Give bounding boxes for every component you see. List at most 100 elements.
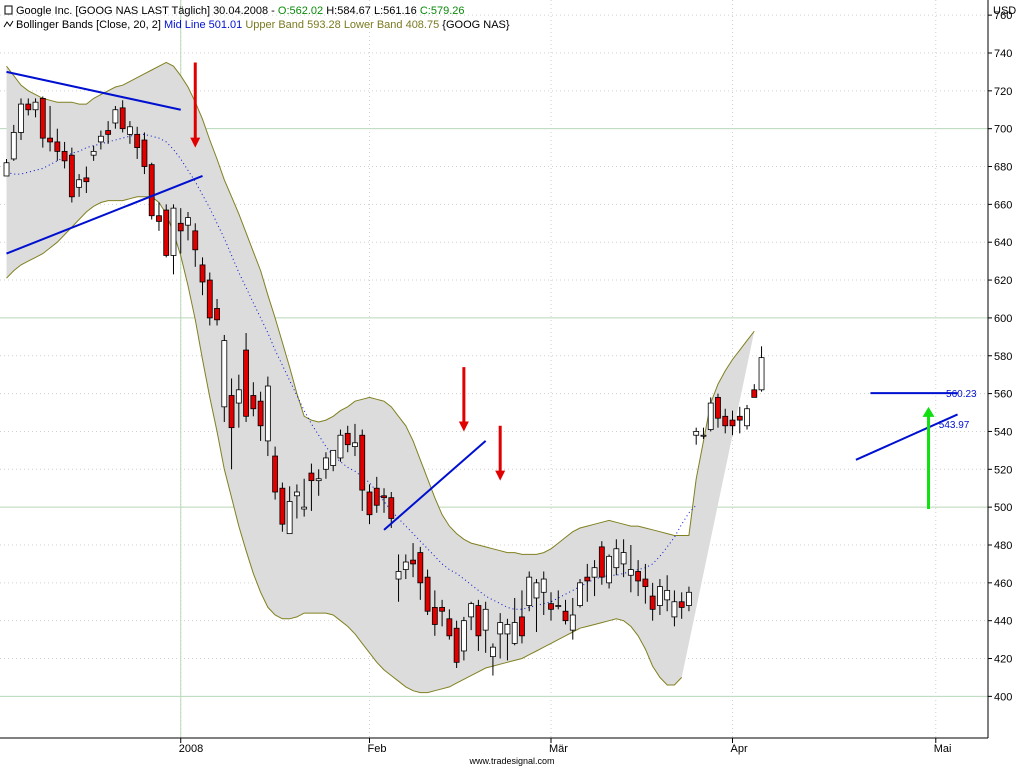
candle-body — [562, 610, 569, 622]
watermark: www.tradesignal.com — [468, 756, 554, 766]
candle-body — [671, 601, 678, 618]
candle-body — [388, 497, 395, 519]
candle-body — [134, 133, 141, 149]
candle-body — [359, 434, 366, 491]
candle-body — [228, 395, 235, 429]
y-tick-label: 680 — [994, 162, 1012, 174]
candle-body — [105, 130, 112, 135]
candle-body — [156, 215, 162, 222]
y-tick-label: 520 — [994, 464, 1012, 476]
indicator-legend: Bollinger Bands [Close, 20, 2] Mid Line … — [16, 19, 510, 31]
candle-body — [97, 135, 104, 143]
candle-body — [555, 605, 562, 607]
candle-body — [148, 164, 155, 217]
candle-body — [293, 491, 300, 497]
candle-body — [482, 608, 489, 631]
y-tick-label: 580 — [994, 351, 1012, 363]
candle-body — [700, 434, 707, 437]
candle-body — [250, 395, 257, 410]
candle-body — [127, 126, 133, 135]
candle-body — [170, 207, 177, 256]
candle-body — [330, 449, 337, 466]
candle-body — [286, 501, 293, 535]
candle-body — [68, 154, 75, 198]
candle-body — [10, 132, 17, 160]
candle-body — [460, 620, 467, 652]
candle-body — [206, 279, 213, 319]
candle-body — [569, 614, 576, 631]
candle-body — [308, 472, 315, 482]
candle-body — [402, 561, 409, 570]
candle-body — [323, 457, 329, 470]
candle-body — [526, 576, 533, 606]
candle-body — [533, 582, 540, 599]
candle-body — [410, 559, 416, 565]
candle-body — [76, 179, 82, 188]
chart-container: 560.23 543.97 400 420 440 460 480 500 520 540 560… — [0, 0, 1024, 768]
candle-body — [264, 385, 271, 442]
y-tick-label: 740 — [994, 48, 1012, 60]
candle-body — [613, 548, 620, 569]
candle-body — [439, 607, 446, 612]
candle-body — [83, 177, 90, 183]
candle-body — [18, 103, 24, 133]
y-tick-label: 400 — [994, 691, 1012, 703]
y-tick-label: 720 — [994, 86, 1012, 98]
x-tick-label: Mai — [934, 743, 952, 755]
candle-body — [548, 603, 554, 610]
candle-body — [598, 546, 605, 578]
candle-body — [511, 622, 518, 644]
candle-body — [39, 98, 46, 139]
candle-body — [504, 624, 511, 635]
candle-body — [301, 506, 308, 510]
candle-body — [32, 101, 39, 111]
candle-body — [417, 552, 424, 584]
candle-body — [3, 162, 10, 177]
x-tick-label: Apr — [731, 743, 748, 755]
candle-body — [431, 607, 438, 625]
candle-body — [591, 567, 598, 578]
candle-body — [490, 646, 496, 658]
candle-body — [664, 590, 671, 601]
candle-body — [707, 402, 714, 430]
candle-body — [678, 601, 685, 608]
candle-body — [279, 487, 286, 525]
y-tick-label: 560 — [994, 389, 1012, 401]
candle-body — [722, 415, 729, 427]
candle-body — [344, 432, 351, 446]
y-tick-label: 440 — [994, 616, 1012, 628]
price-tag-label: 543.97 — [939, 420, 970, 431]
candle-body — [729, 419, 736, 427]
candle-body — [635, 571, 642, 582]
candle-body — [112, 109, 119, 124]
candle-body — [540, 578, 547, 593]
candle-body — [395, 571, 402, 580]
candle-body — [185, 217, 191, 226]
candle-body — [47, 137, 53, 143]
candle-body — [424, 576, 431, 612]
candle-body — [315, 478, 322, 482]
candle-body — [373, 487, 380, 506]
candle-body — [642, 578, 649, 588]
candle-body — [693, 431, 700, 436]
candle-body — [119, 107, 126, 130]
candle-body — [453, 627, 460, 663]
y-tick-label: 500 — [994, 502, 1012, 514]
candle-body — [54, 141, 61, 152]
candle-body — [446, 618, 453, 637]
candle-body — [257, 400, 264, 427]
y-tick-label: 420 — [994, 654, 1012, 666]
candle-body — [657, 586, 663, 606]
candle-body — [235, 389, 242, 404]
y-tick-label: 460 — [994, 578, 1012, 590]
candle-body — [606, 555, 612, 584]
candle-body — [715, 396, 721, 419]
candle-body — [192, 230, 199, 251]
candle-body — [468, 603, 475, 618]
candle-body — [141, 139, 148, 167]
candle-body — [25, 103, 32, 111]
y-tick-label: 640 — [994, 237, 1012, 249]
price-tag-label: 560.23 — [946, 389, 977, 400]
y-tick-label: 620 — [994, 275, 1012, 287]
candle-body — [620, 552, 627, 565]
